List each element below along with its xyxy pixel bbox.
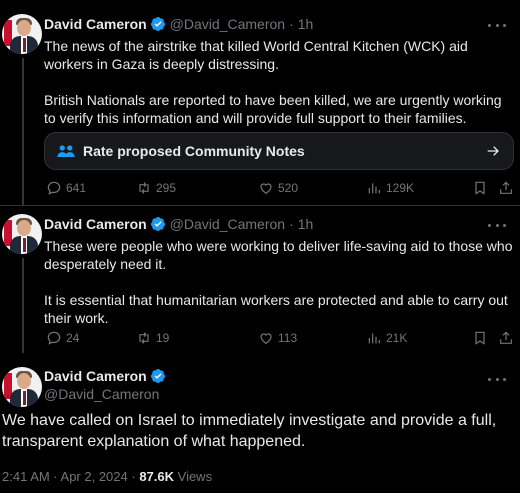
- verified-badge-icon: [150, 217, 165, 231]
- tweet-header: David Cameron @David_Cameron · 1h: [44, 216, 313, 232]
- views-count: 129K: [386, 181, 415, 195]
- share-button[interactable]: [498, 180, 514, 196]
- tweet-1[interactable]: David Cameron @David_Cameron · 1h The ne…: [0, 0, 520, 205]
- author-handle[interactable]: @David_Cameron: [44, 386, 166, 402]
- like-count: 113: [278, 331, 298, 345]
- more-options-icon[interactable]: [488, 217, 506, 233]
- main-tweet-text: We have called on Israel to immediately …: [2, 412, 501, 450]
- verified-badge-icon: [150, 17, 165, 31]
- author-name[interactable]: David Cameron: [44, 16, 147, 32]
- repost-button[interactable]: 19: [136, 330, 169, 346]
- reply-count: 641: [66, 181, 87, 195]
- author-handle[interactable]: @David_Cameron: [170, 216, 285, 232]
- like-count: 520: [278, 181, 299, 195]
- views-label: Views: [174, 469, 213, 484]
- community-notes-button[interactable]: Rate proposed Community Notes: [44, 132, 514, 170]
- reply-button[interactable]: 24: [46, 330, 79, 346]
- tweet-text: These were people who were working to de…: [44, 238, 513, 326]
- avatar[interactable]: [2, 214, 42, 254]
- verified-badge-icon: [150, 369, 165, 383]
- main-tweet-header: David Cameron @David_Cameron: [44, 368, 166, 402]
- community-notes-label: Rate proposed Community Notes: [83, 143, 305, 159]
- author-name[interactable]: David Cameron: [44, 216, 147, 232]
- more-options-icon[interactable]: [488, 17, 506, 33]
- views-button[interactable]: 21K: [366, 330, 407, 346]
- arrow-right-icon: [487, 146, 499, 156]
- repost-button[interactable]: 295: [136, 180, 176, 196]
- share-icon: [500, 331, 512, 344]
- separator-dot: ·: [289, 16, 294, 32]
- heart-icon: [260, 183, 272, 195]
- action-bar: 641 295 520 129K: [44, 180, 514, 198]
- people-icon: [57, 145, 75, 157]
- views-chart-icon: [368, 183, 380, 194]
- bookmark-button[interactable]: [472, 330, 488, 346]
- bookmark-icon: [475, 331, 485, 345]
- thread-line: [22, 58, 24, 205]
- more-options-icon[interactable]: [488, 371, 506, 387]
- thread-line: [22, 258, 24, 353]
- repost-icon: [139, 332, 149, 344]
- separator-dot: ·: [289, 216, 294, 232]
- tweet-header: David Cameron @David_Cameron · 1h: [44, 16, 313, 32]
- views-chart-icon: [368, 333, 380, 344]
- repost-count: 19: [156, 331, 170, 345]
- reply-icon: [47, 331, 61, 345]
- bookmark-icon: [475, 181, 485, 195]
- reply-count: 24: [66, 331, 80, 345]
- like-button[interactable]: 520: [258, 180, 298, 196]
- repost-count: 295: [156, 181, 177, 195]
- bookmark-button[interactable]: [472, 180, 488, 196]
- reply-button[interactable]: 641: [46, 180, 86, 196]
- repost-icon: [139, 182, 149, 194]
- share-button[interactable]: [498, 330, 514, 346]
- reply-icon: [47, 181, 61, 195]
- author-handle[interactable]: @David_Cameron: [170, 16, 285, 32]
- timestamp[interactable]: 1h: [298, 16, 314, 32]
- timestamp[interactable]: 1h: [298, 216, 314, 232]
- avatar[interactable]: [2, 14, 42, 54]
- avatar[interactable]: [2, 367, 42, 407]
- heart-icon: [260, 333, 272, 345]
- action-bar: 24 19 113 21K: [44, 330, 514, 348]
- tweet-meta: 2:41 AM · Apr 2, 2024 · 87.6K Views: [2, 469, 212, 484]
- author-name[interactable]: David Cameron: [44, 368, 147, 384]
- tweet-2[interactable]: David Cameron @David_Cameron · 1h These …: [0, 206, 520, 353]
- tweet-text: The news of the airstrike that killed Wo…: [44, 38, 502, 126]
- views-count: 21K: [386, 331, 408, 345]
- post-timestamp[interactable]: 2:41 AM · Apr 2, 2024 ·: [2, 469, 139, 484]
- like-button[interactable]: 113: [258, 330, 297, 346]
- views-count: 87.6K: [139, 469, 175, 484]
- views-button[interactable]: 129K: [366, 180, 414, 196]
- share-icon: [500, 181, 512, 194]
